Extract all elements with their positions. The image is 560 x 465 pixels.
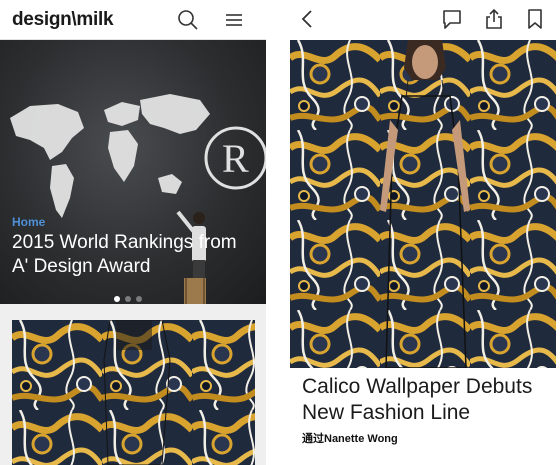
- svg-text:R: R: [222, 136, 249, 181]
- search-icon[interactable]: [176, 8, 200, 32]
- carousel-dot[interactable]: [114, 296, 120, 302]
- hamburger-menu-icon[interactable]: [222, 8, 246, 32]
- article-title: Calico Wallpaper Debuts New Fashion Line: [302, 375, 533, 424]
- left-phone-screen: design\milk R Home 2015 World Rankings f…: [0, 0, 266, 465]
- design-milk-logo[interactable]: design\milk: [12, 9, 114, 31]
- hero-carousel[interactable]: R Home 2015 World Rankings from A' Desig…: [0, 40, 266, 304]
- chevron-left-icon[interactable]: [296, 7, 320, 31]
- carousel-dot[interactable]: [125, 296, 131, 302]
- hero-category-link[interactable]: Home: [12, 215, 45, 229]
- carousel-dot[interactable]: [136, 296, 142, 302]
- article-header: [290, 0, 560, 40]
- article-thumbnail-image: [12, 320, 255, 465]
- article-photo: [290, 40, 556, 368]
- article-hero-image[interactable]: [290, 40, 556, 368]
- right-phone-screen: Calico Wallpaper Debuts New Fashion Line…: [290, 0, 560, 465]
- hero-title[interactable]: 2015 World Rankings from A' Design Award: [12, 231, 257, 279]
- carousel-indicator: [114, 289, 147, 302]
- article-byline[interactable]: 通过Nanette Wong: [302, 430, 398, 446]
- comment-icon[interactable]: [440, 7, 464, 31]
- bookmark-icon[interactable]: [523, 7, 547, 31]
- screen-divider: [266, 0, 290, 465]
- share-icon[interactable]: [482, 7, 506, 31]
- app-header: design\milk: [0, 0, 266, 40]
- article-feed: [0, 304, 266, 465]
- article-card-thumbnail[interactable]: [12, 320, 255, 465]
